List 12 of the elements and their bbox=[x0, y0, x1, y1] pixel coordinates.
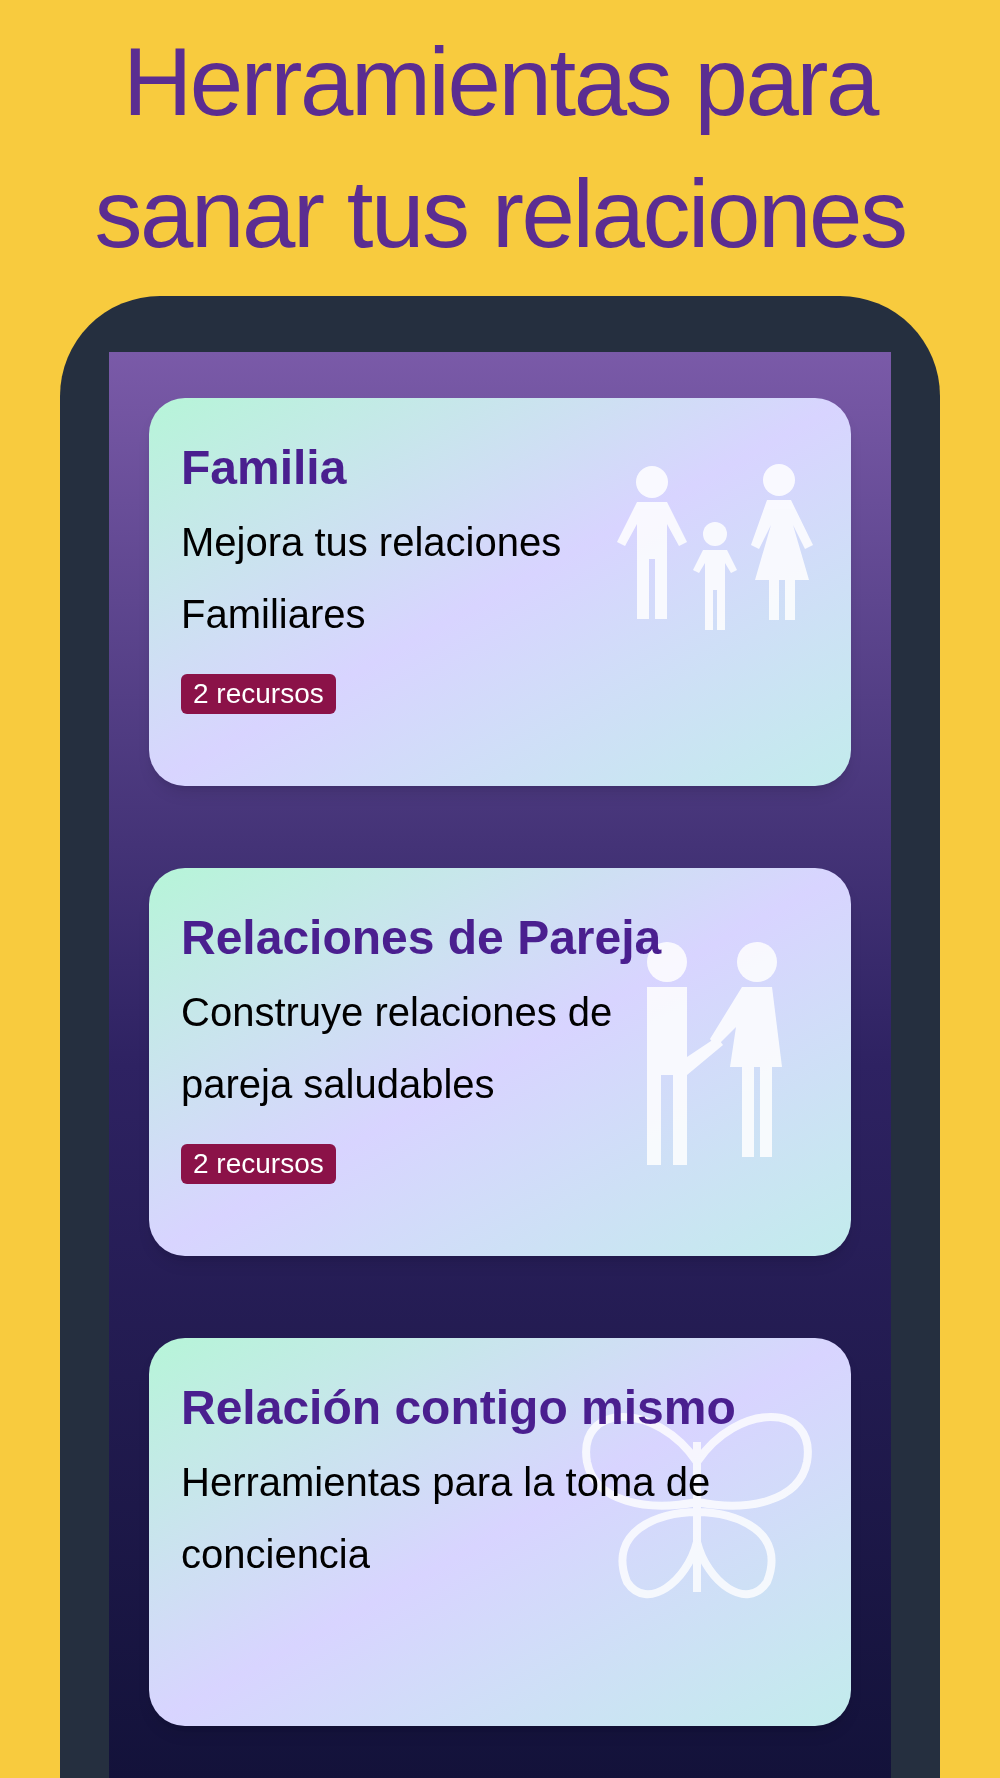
card-title: Familia bbox=[181, 440, 348, 496]
card-description: Mejora tus relaciones Familiares bbox=[181, 519, 563, 638]
resource-count-badge: 2 recursos bbox=[181, 1144, 336, 1184]
card-description: Herramientas para la toma de conciencia bbox=[181, 1459, 712, 1578]
headline: Herramientas para sanar tus relaciones bbox=[93, 27, 907, 269]
card-title: Relaciones de Pareja bbox=[181, 910, 663, 966]
category-card[interactable]: Relaciones de Pareja Construye relaciones de pareja saludables 2 recursos bbox=[149, 868, 851, 1256]
card-title: Relación contigo mismo bbox=[181, 1380, 737, 1436]
category-card[interactable]: Relación contigo mismo Herramientas para la toma de conciencia bbox=[149, 1338, 851, 1726]
resource-count-badge: 2 recursos bbox=[181, 674, 336, 714]
card-description: Construye relaciones de pareja saludables bbox=[181, 989, 614, 1108]
category-card[interactable]: Familia Mejora tus relaciones Familiares 2 recursos bbox=[149, 398, 851, 786]
